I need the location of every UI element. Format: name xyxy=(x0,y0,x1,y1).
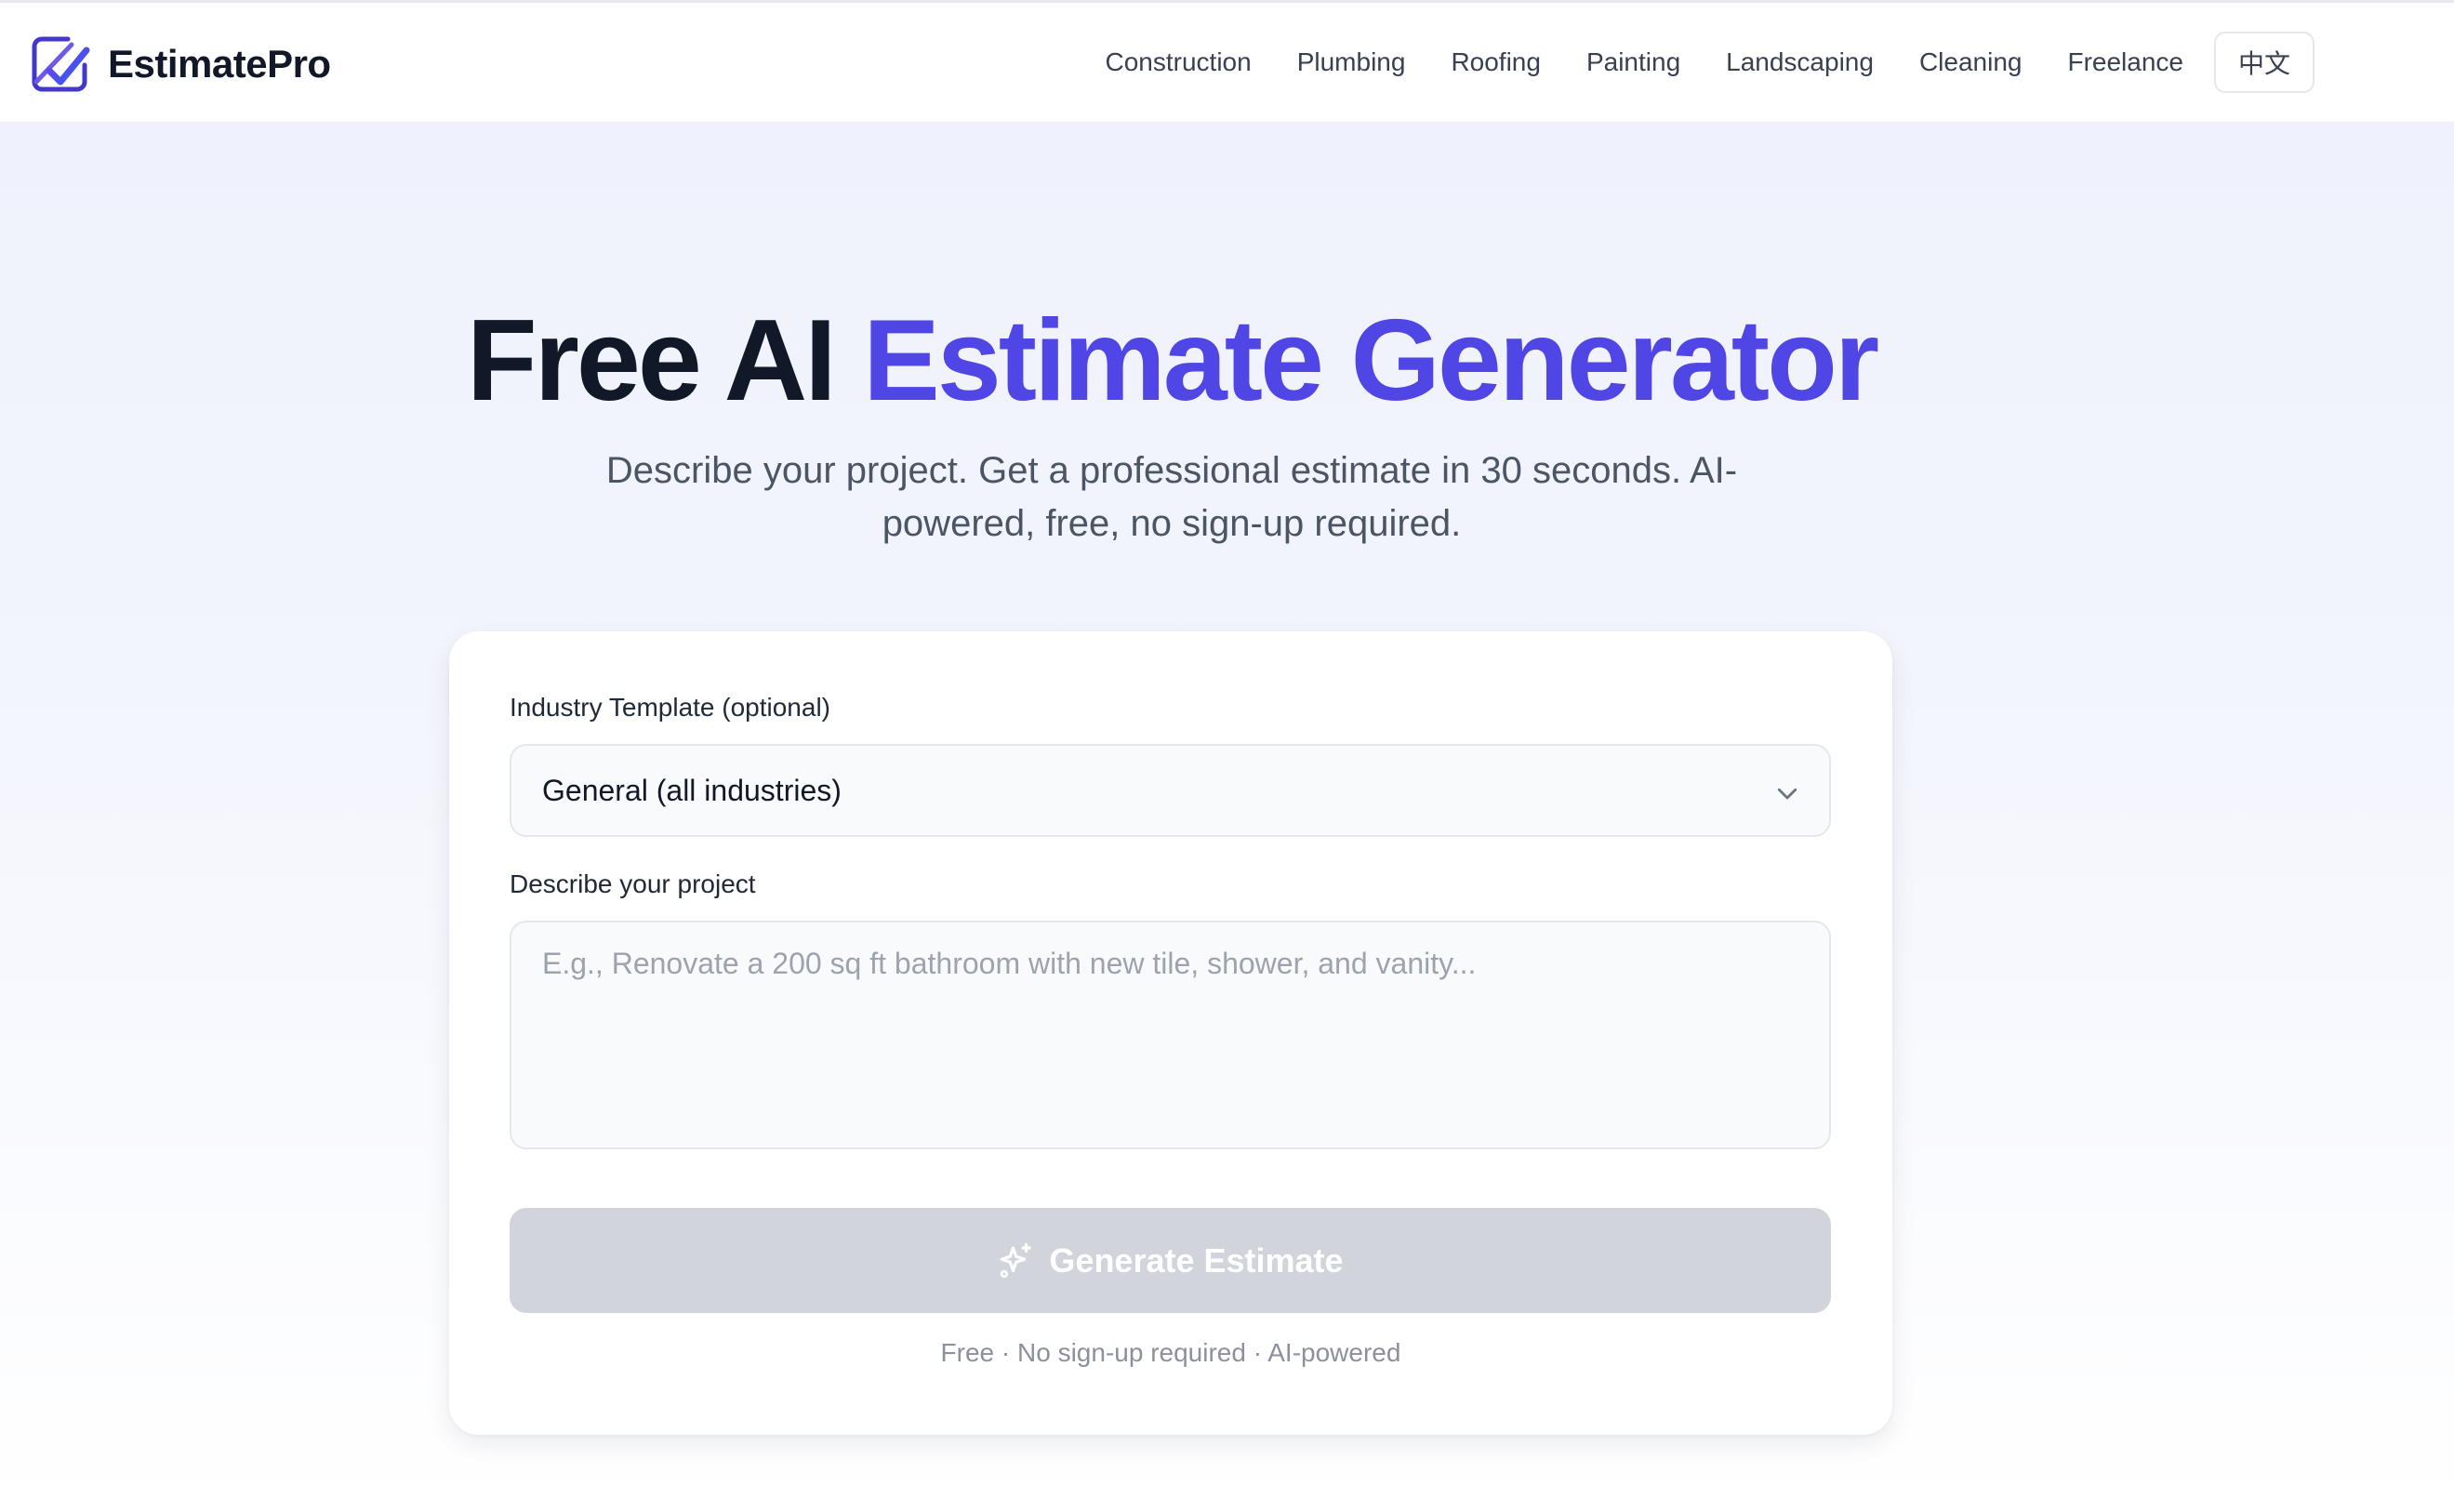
page-subtitle: Describe your project. Get a professiona… xyxy=(605,450,1738,544)
nav-link-landscaping[interactable]: Landscaping xyxy=(1726,47,1874,77)
nav-link-painting[interactable]: Painting xyxy=(1586,47,1680,77)
site-header: EstimatePro Construction Plumbing Roofin… xyxy=(0,3,2454,123)
brand-logo[interactable]: EstimatePro xyxy=(29,33,331,95)
generate-estimate-label: Generate Estimate xyxy=(1049,1240,1344,1280)
industry-template-label: Industry Template (optional) xyxy=(510,693,830,722)
title-main: Free AI xyxy=(466,297,864,425)
industry-template-select[interactable]: General (all industries) xyxy=(510,744,1831,837)
nav-link-roofing[interactable]: Roofing xyxy=(1451,47,1541,77)
form-footnote: Free · No sign-up required · AI-powered xyxy=(940,1338,1401,1367)
nav-link-plumbing[interactable]: Plumbing xyxy=(1297,47,1406,77)
estimate-form-card: Industry Template (optional) General (al… xyxy=(449,631,1892,1435)
logo-checkmark-icon xyxy=(32,36,90,92)
chevron-down-icon xyxy=(1777,788,1797,800)
generate-estimate-button[interactable]: Generate Estimate xyxy=(510,1208,1831,1313)
nav-link-cleaning[interactable]: Cleaning xyxy=(1919,47,2023,77)
title-accent: Estimate Generator xyxy=(863,297,1879,425)
page-title: Free AI Estimate Generator xyxy=(0,296,2343,426)
main-nav: Construction Plumbing Roofing Painting L… xyxy=(1106,31,2315,94)
nav-link-construction[interactable]: Construction xyxy=(1106,47,1252,77)
nav-link-freelance[interactable]: Freelance xyxy=(2067,47,2183,77)
industry-template-value: General (all industries) xyxy=(542,773,842,807)
project-description-input[interactable] xyxy=(510,921,1831,1149)
language-switch-button[interactable]: 中文 xyxy=(2214,32,2315,93)
sparkles-icon xyxy=(1001,1242,1031,1278)
project-description-label: Describe your project xyxy=(510,869,756,898)
brand-name: EstimatePro xyxy=(108,42,331,86)
